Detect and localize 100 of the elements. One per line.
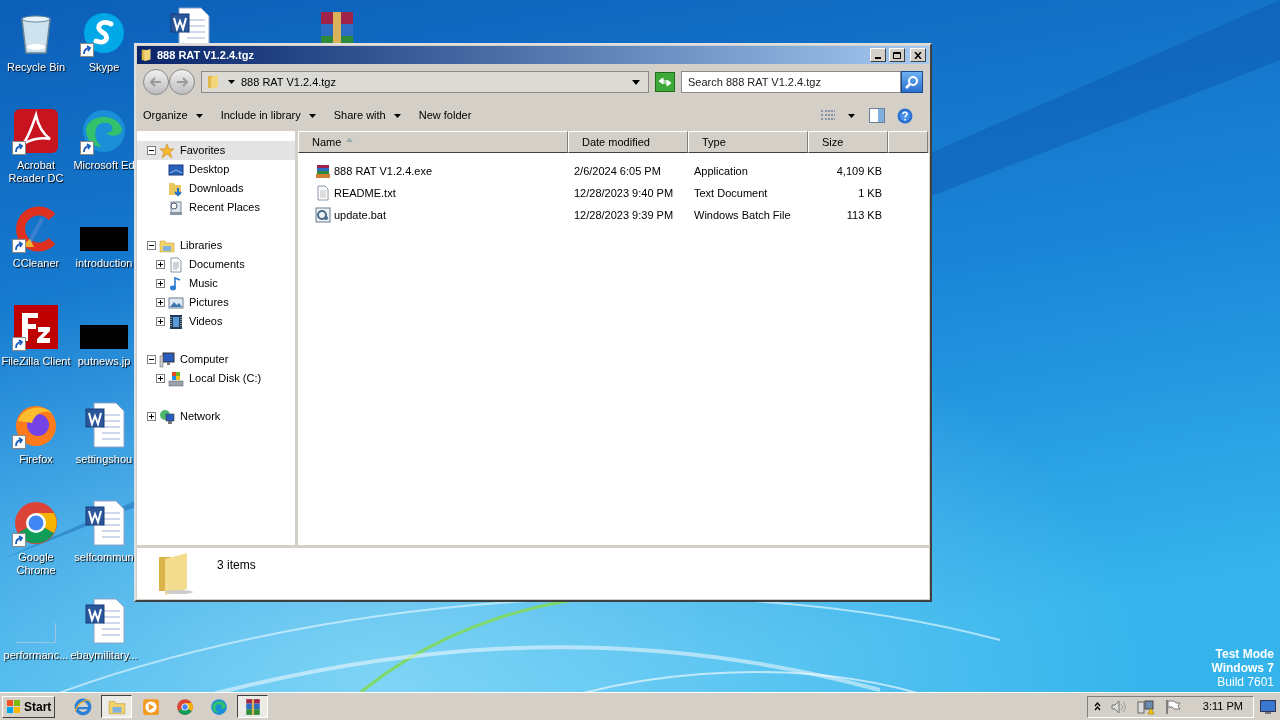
left-arrow-icon (150, 77, 162, 87)
videos-icon (168, 313, 184, 330)
search-button[interactable] (901, 71, 923, 93)
libraries-icon (159, 237, 175, 254)
disk-icon (168, 370, 184, 387)
tree-item[interactable]: Favorites (137, 141, 295, 160)
expand-icon[interactable] (156, 260, 165, 269)
os-notice-text: Test Mode (1215, 647, 1274, 661)
desktop-icon-label[interactable]: CCleaner (0, 257, 72, 270)
search-field[interactable]: Search 888 RAT V1.2.4.tgz (681, 71, 901, 93)
close-icon (914, 51, 922, 59)
caret-icon (393, 113, 401, 118)
archive-icon (243, 697, 262, 716)
expand-icon[interactable] (156, 279, 165, 288)
expand-icon[interactable] (156, 317, 165, 326)
type-cell-text: Text Document (693, 185, 769, 201)
speaker-icon[interactable] (1110, 699, 1127, 714)
play-icon (141, 697, 160, 716)
help-icon[interactable] (897, 107, 913, 124)
sort-ascending-icon (346, 138, 354, 142)
taskbar-app-button[interactable] (237, 695, 269, 718)
show-desktop-icon[interactable] (1260, 699, 1276, 714)
tree-item[interactable]: Videos (137, 312, 295, 331)
taskbar-app-button[interactable] (101, 695, 133, 718)
minimize-button[interactable] (870, 48, 886, 62)
address-bar[interactable]: 888 RAT V1.2.4.tgz (201, 71, 649, 93)
collapse-icon[interactable] (147, 355, 156, 364)
tree-item[interactable]: Computer (137, 350, 295, 369)
tree-item[interactable]: Documents (137, 255, 295, 274)
text-file-icon (315, 185, 331, 201)
size-cell-text: 4,109 KB (835, 163, 882, 179)
pictures-icon (168, 294, 184, 311)
file-name: update.bat (334, 207, 386, 223)
recent-icon (168, 199, 184, 216)
caret-icon (228, 80, 235, 84)
column-header[interactable]: Date modified (568, 131, 688, 153)
desktop-icon-label[interactable]: Skype (88, 61, 120, 74)
gear-file-icon (315, 207, 331, 223)
tree-item[interactable]: Downloads (137, 179, 295, 198)
date-cell-text: 2/6/2024 6:05 PM (573, 163, 662, 179)
file-name-cell[interactable]: update.bat (298, 206, 568, 224)
tree-label: Computer (180, 352, 229, 368)
desktop-icon-label[interactable]: introduction (75, 257, 133, 270)
caret-icon (308, 113, 316, 118)
collapse-icon[interactable] (147, 241, 156, 250)
tree-item[interactable]: Pictures (137, 293, 295, 312)
network-icon (159, 408, 175, 425)
clock[interactable]: 3:11 PM (1202, 698, 1243, 715)
tree-item[interactable]: Libraries (137, 236, 295, 255)
tree-item[interactable]: Desktop (137, 160, 295, 179)
tree-label: Documents (189, 257, 245, 273)
network-warning-icon[interactable] (1136, 698, 1155, 715)
close-button[interactable] (910, 48, 926, 62)
view-options-button[interactable] (820, 108, 855, 123)
column-header[interactable]: Name (298, 131, 568, 153)
toolbar-button[interactable]: Include in library (220, 107, 316, 124)
tree-item[interactable]: Local Disk (C:) (137, 369, 295, 388)
desktop-icon-label[interactable]: FileZilla Client (0, 355, 72, 368)
search-icon (905, 75, 919, 89)
chevron-up-icon[interactable] (1093, 702, 1101, 711)
collapse-icon[interactable] (147, 146, 156, 155)
outline-icon (16, 623, 56, 643)
address-text: 888 RAT V1.2.4.tgz (241, 74, 337, 90)
chrome-icon (12, 499, 60, 547)
toolbar-button[interactable]: New folder (418, 107, 472, 124)
tree-item[interactable]: Music (137, 274, 295, 293)
tree-label: Favorites (180, 143, 226, 159)
image-thumbnail (80, 325, 128, 349)
desktop-icon (168, 161, 184, 178)
desktop-icon-label[interactable]: putnews.jp (77, 355, 131, 368)
tree-label: Music (189, 276, 218, 292)
os-notice-text: Build 7601 (1217, 675, 1274, 689)
expand-icon[interactable] (147, 412, 156, 421)
flag-icon[interactable] (1164, 698, 1181, 715)
file-name-cell[interactable]: 888 RAT V1.2.4.exe (298, 162, 568, 180)
filezilla-icon (12, 303, 60, 351)
desktop-icon-label[interactable]: Microsoft Ed (73, 159, 135, 172)
details-view-icon (820, 108, 836, 123)
desktop-icon-label[interactable]: Recycle Bin (0, 61, 72, 74)
tree-item[interactable]: Network (137, 407, 295, 426)
tree-item[interactable]: Recent Places (137, 198, 295, 217)
file-name-cell[interactable]: README.txt (298, 184, 568, 202)
date-cell-text: 12/28/2023 9:40 PM (573, 185, 675, 201)
type-cell-text: Application (693, 163, 749, 179)
preview-pane-icon[interactable] (869, 108, 885, 123)
maximize-button[interactable] (889, 48, 905, 62)
caret-icon[interactable] (632, 79, 640, 85)
column-header[interactable]: Type (688, 131, 808, 153)
forward-button[interactable] (169, 69, 195, 95)
toolbar-button[interactable]: Organize (143, 107, 203, 124)
back-button[interactable] (143, 69, 169, 95)
acrobat-icon (12, 107, 60, 155)
expand-icon[interactable] (156, 374, 165, 383)
refresh-button[interactable] (655, 72, 675, 92)
tree-label: Network (180, 409, 221, 425)
toolbar-button[interactable]: Share with (333, 107, 401, 124)
start-button[interactable]: Start (2, 695, 56, 718)
desktop-icon-label[interactable]: Acrobat Reader DC (0, 159, 72, 185)
expand-icon[interactable] (156, 298, 165, 307)
column-header[interactable]: Size (808, 131, 888, 153)
